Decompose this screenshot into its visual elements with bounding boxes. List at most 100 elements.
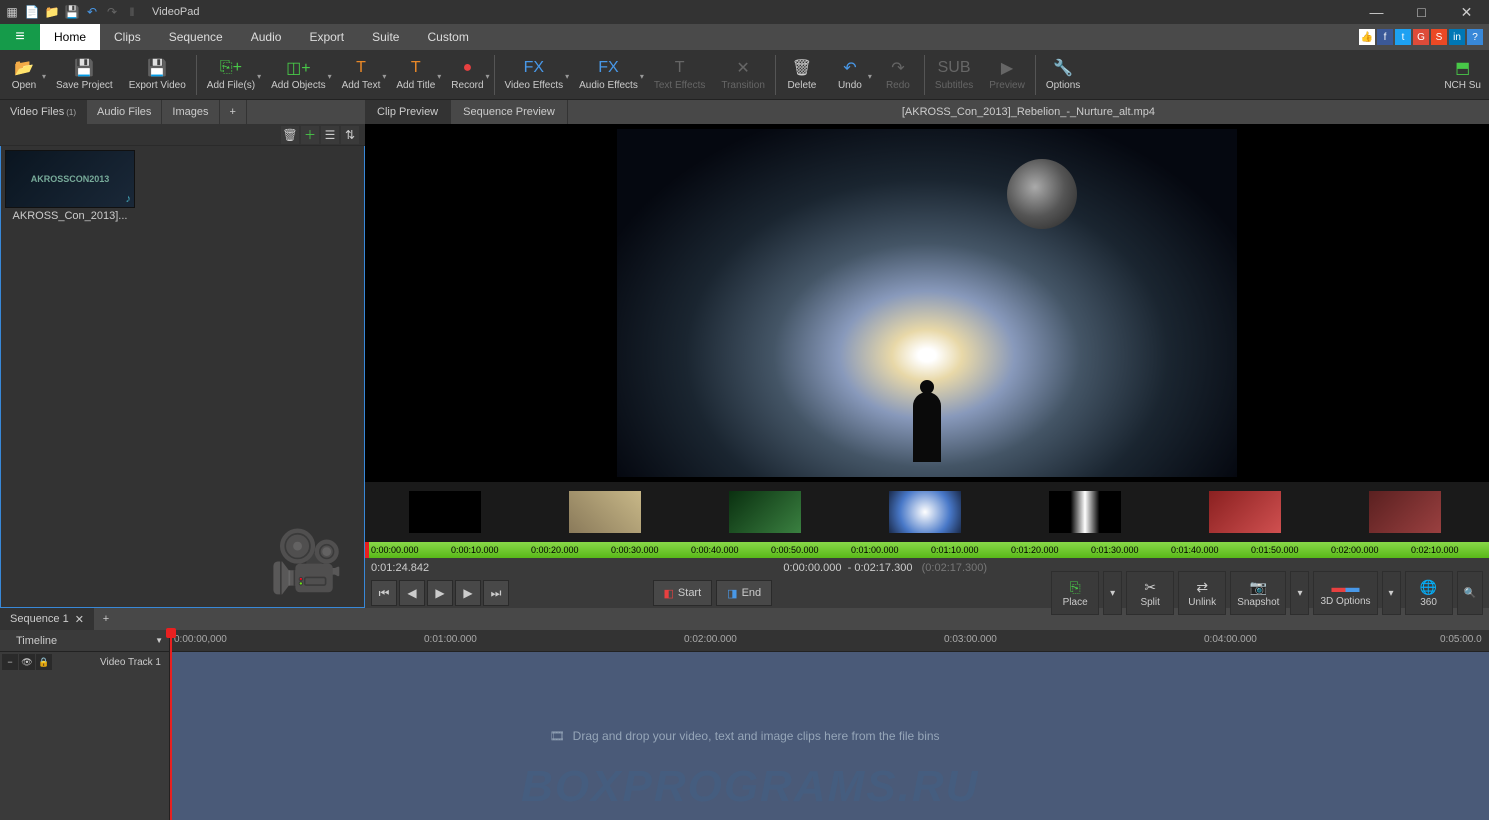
- clip-item[interactable]: AKROSSCON2013 AKROSS_Con_2013]...: [5, 150, 135, 222]
- undo-button[interactable]: ↶Undo▾: [826, 51, 874, 99]
- minimize-button[interactable]: ―: [1354, 0, 1399, 24]
- bin-list-icon[interactable]: ☰: [321, 126, 339, 144]
- tracks-area[interactable]: − 👁 🔒 Video Track 1 🎞Drag and drop your …: [0, 652, 1489, 820]
- add-files-button[interactable]: ⎘+Add File(s)▾: [199, 51, 263, 99]
- delete-button[interactable]: 🗑Delete: [778, 51, 826, 99]
- place-button[interactable]: ⎘Place: [1051, 571, 1099, 615]
- bin-delete-icon[interactable]: 🗑: [281, 126, 299, 144]
- titlebar: ▦ 📄 📁 💾 ↶ ↷ ‖ VideoPad ― □ ✕: [0, 0, 1489, 24]
- twitter-icon[interactable]: t: [1395, 29, 1411, 45]
- bin-add-icon[interactable]: ＋: [301, 126, 319, 144]
- help-icon[interactable]: ?: [1467, 29, 1483, 45]
- drop-hint: 🎞Drag and drop your video, text and imag…: [549, 729, 939, 743]
- nch-suite-button[interactable]: ⬒NCH Su: [1436, 51, 1489, 99]
- video-effects-button[interactable]: FXVideo Effects▾: [497, 51, 572, 99]
- track-name: Video Track 1: [100, 657, 169, 668]
- step-back-button[interactable]: ◀: [399, 580, 425, 606]
- preview-panel: Clip Preview Sequence Preview [AKROSS_Co…: [365, 100, 1489, 608]
- step-fwd-button[interactable]: ▶: [455, 580, 481, 606]
- sequence-preview-tab[interactable]: Sequence Preview: [451, 100, 568, 124]
- track-collapse-icon[interactable]: −: [2, 654, 18, 670]
- main-menu: ≡ Home Clips Sequence Audio Export Suite…: [0, 24, 1489, 50]
- bins-panel: Video Files(1) Audio Files Images + 🗑 ＋ …: [0, 100, 365, 608]
- save-icon[interactable]: 💾: [64, 4, 80, 20]
- new-icon[interactable]: 📄: [24, 4, 40, 20]
- preview-filename: [AKROSS_Con_2013]_Rebelion_-_Nurture_alt…: [568, 100, 1489, 124]
- clip-timeline[interactable]: 0:00:00.0000:00:10.0000:00:20.0000:00:30…: [365, 542, 1489, 558]
- stumble-icon[interactable]: S: [1431, 29, 1447, 45]
- menu-audio[interactable]: Audio: [237, 24, 296, 50]
- track-lock-icon[interactable]: 🔒: [36, 654, 52, 670]
- open-button[interactable]: 📂Open▾: [0, 51, 48, 99]
- redo-button: ↷Redo: [874, 51, 922, 99]
- save-project-button[interactable]: 💾Save Project: [48, 51, 121, 99]
- add-text-button[interactable]: TAdd Text▾: [334, 51, 389, 99]
- ribbon-toolbar: 📂Open▾ 💾Save Project 💾Export Video ⎘+Add…: [0, 50, 1489, 100]
- add-objects-button[interactable]: ◫+Add Objects▾: [263, 51, 333, 99]
- app-icon: ▦: [4, 4, 20, 20]
- track-visible-icon[interactable]: 👁: [19, 654, 35, 670]
- menu-export[interactable]: Export: [295, 24, 358, 50]
- record-button[interactable]: ●Record▾: [443, 51, 491, 99]
- watermark: BOXPROGRAMS.RU: [521, 762, 979, 812]
- snapshot-dropdown[interactable]: ▾: [1290, 571, 1309, 615]
- facebook-icon[interactable]: f: [1377, 29, 1393, 45]
- menu-clips[interactable]: Clips: [100, 24, 155, 50]
- hamburger-menu[interactable]: ≡: [0, 24, 40, 50]
- playhead[interactable]: [170, 630, 172, 820]
- menu-home[interactable]: Home: [40, 24, 100, 50]
- place-dropdown[interactable]: ▾: [1103, 571, 1122, 615]
- unlink-button[interactable]: ⇄Unlink: [1178, 571, 1226, 615]
- start-marker-button[interactable]: ◧Start: [653, 580, 713, 606]
- linkedin-icon[interactable]: in: [1449, 29, 1465, 45]
- google-icon[interactable]: G: [1413, 29, 1429, 45]
- bin-tab-video[interactable]: Video Files(1): [0, 100, 87, 124]
- text-effects-button: TText Effects: [646, 51, 714, 99]
- app-title: VideoPad: [152, 6, 200, 18]
- filmstrip[interactable]: [365, 482, 1489, 542]
- clip-thumbnail: AKROSSCON2013: [5, 150, 135, 208]
- snapshot-button[interactable]: 📷Snapshot: [1230, 571, 1286, 615]
- undo-icon[interactable]: ↶: [84, 4, 100, 20]
- sequence-panel: Sequence 1✕ + Timeline▼ 0:00:00,000 0:01…: [0, 608, 1489, 820]
- timeline-label[interactable]: Timeline▼: [0, 630, 170, 651]
- audio-effects-button[interactable]: FXAudio Effects▾: [571, 51, 646, 99]
- camera-icon: 🎥: [269, 526, 344, 597]
- redo-icon[interactable]: ↷: [104, 4, 120, 20]
- open-icon[interactable]: 📁: [44, 4, 60, 20]
- add-title-button[interactable]: TAdd Title▾: [388, 51, 443, 99]
- split-button[interactable]: ✂Split: [1126, 571, 1174, 615]
- clip-label: AKROSS_Con_2013]...: [5, 210, 135, 222]
- add-sequence-button[interactable]: +: [94, 608, 118, 630]
- 3d-options-button[interactable]: ▬▬3D Options: [1313, 571, 1377, 615]
- preview-button: ▶Preview: [981, 51, 1033, 99]
- end-marker-button[interactable]: ◨End: [716, 580, 772, 606]
- transport-bar: 0:01:24.842 0:00:00.000 - 0:02:17.300 (0…: [365, 558, 1489, 608]
- subtitles-button: SUBSubtitles: [927, 51, 981, 99]
- like-icon[interactable]: 👍: [1359, 29, 1375, 45]
- clip-icon: 🎞: [549, 729, 564, 743]
- goto-start-button[interactable]: ⏮: [371, 580, 397, 606]
- sequence-tab[interactable]: Sequence 1✕: [0, 608, 94, 630]
- transition-button: ✕Transition: [713, 51, 773, 99]
- 3d-dropdown[interactable]: ▾: [1382, 571, 1401, 615]
- bin-tab-audio[interactable]: Audio Files: [87, 100, 162, 124]
- maximize-button[interactable]: □: [1399, 0, 1444, 24]
- search-button[interactable]: 🔍: [1457, 571, 1483, 615]
- bin-sort-icon[interactable]: ⇅: [341, 126, 359, 144]
- close-button[interactable]: ✕: [1444, 0, 1489, 24]
- options-button[interactable]: 🔧Options: [1038, 51, 1088, 99]
- menu-custom[interactable]: Custom: [413, 24, 482, 50]
- close-tab-icon[interactable]: ✕: [75, 613, 84, 626]
- 360-button[interactable]: 🌐360: [1405, 571, 1453, 615]
- timeline-ruler[interactable]: 0:00:00,000 0:01:00.000 0:02:00.000 0:03…: [170, 630, 1489, 651]
- preview-video[interactable]: [365, 124, 1489, 482]
- play-button[interactable]: ▶: [427, 580, 453, 606]
- goto-end-button[interactable]: ⏭: [483, 580, 509, 606]
- bin-tab-add[interactable]: +: [220, 100, 247, 124]
- export-video-button[interactable]: 💾Export Video: [121, 51, 194, 99]
- clip-preview-tab[interactable]: Clip Preview: [365, 100, 451, 124]
- menu-sequence[interactable]: Sequence: [155, 24, 237, 50]
- menu-suite[interactable]: Suite: [358, 24, 413, 50]
- bin-tab-images[interactable]: Images: [162, 100, 219, 124]
